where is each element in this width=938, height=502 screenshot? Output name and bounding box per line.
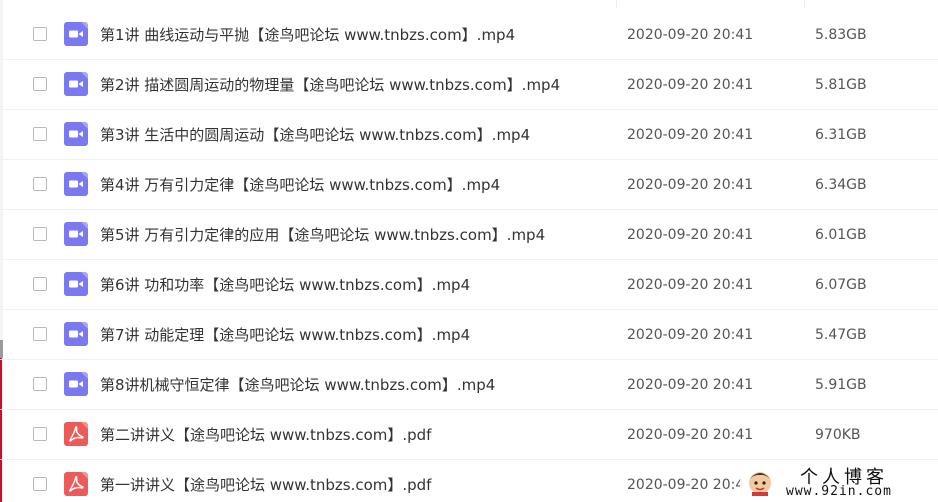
file-date: 2020-09-20 20:41 xyxy=(627,377,754,393)
watermark-url: www.92in.com xyxy=(786,484,892,499)
watermark-avatar-icon xyxy=(749,472,771,496)
file-checkbox[interactable] xyxy=(33,27,47,41)
file-checkbox[interactable] xyxy=(33,127,47,141)
file-row[interactable]: 第3讲 生活中的圆周运动【途鸟吧论坛 www.tnbzs.com】.mp4 202… xyxy=(0,110,938,160)
file-name[interactable]: 第3讲 生活中的圆周运动【途鸟吧论坛 www.tnbzs.com】.mp4 xyxy=(100,110,530,160)
column-divider-date xyxy=(616,0,617,8)
video-icon xyxy=(64,322,88,346)
file-checkbox[interactable] xyxy=(33,177,47,191)
pdf-icon xyxy=(64,422,88,446)
video-icon xyxy=(64,372,88,396)
file-row[interactable]: 第7讲 动能定理【途鸟吧论坛 www.tnbzs.com】.mp4 2020-09… xyxy=(0,310,938,360)
file-size: 6.07GB xyxy=(815,277,867,293)
video-icon xyxy=(64,172,88,196)
file-name[interactable]: 第4讲 万有引力定律【途鸟吧论坛 www.tnbzs.com】.mp4 xyxy=(100,160,500,210)
file-size: 5.47GB xyxy=(815,327,867,343)
file-size: 6.01GB xyxy=(815,227,867,243)
file-name[interactable]: 第6讲 功和功率【途鸟吧论坛 www.tnbzs.com】.mp4 xyxy=(100,260,470,310)
video-icon xyxy=(64,72,88,96)
file-checkbox[interactable] xyxy=(33,377,47,391)
file-checkbox[interactable] xyxy=(33,427,47,441)
file-row[interactable]: 第二讲讲义【途鸟吧论坛 www.tnbzs.com】.pdf 2020-09-20… xyxy=(0,410,938,460)
video-icon xyxy=(64,122,88,146)
pdf-icon xyxy=(64,472,88,496)
file-size: 6.34GB xyxy=(815,177,867,193)
file-name[interactable]: 第7讲 动能定理【途鸟吧论坛 www.tnbzs.com】.mp4 xyxy=(100,310,470,360)
file-list-page: 第1讲 曲线运动与平抛【途鸟吧论坛 www.tnbzs.com】.mp4 2020… xyxy=(0,0,938,502)
column-divider-size xyxy=(804,0,805,8)
file-date: 2020-09-20 20:41 xyxy=(627,77,754,93)
video-icon xyxy=(64,272,88,296)
file-row[interactable]: 第2讲 描述圆周运动的物理量【途鸟吧论坛 www.tnbzs.com】.mp4 2… xyxy=(0,60,938,110)
file-size: 5.81GB xyxy=(815,77,867,93)
file-date: 2020-09-20 20:41 xyxy=(627,227,754,243)
file-size: 6.31GB xyxy=(815,127,867,143)
file-name[interactable]: 第二讲讲义【途鸟吧论坛 www.tnbzs.com】.pdf xyxy=(100,410,431,460)
file-date: 2020-09-20 20:41 xyxy=(627,177,754,193)
file-checkbox[interactable] xyxy=(33,327,47,341)
file-checkbox[interactable] xyxy=(33,77,47,91)
video-icon xyxy=(64,222,88,246)
file-row[interactable]: 第5讲 万有引力定律的应用【途鸟吧论坛 www.tnbzs.com】.mp4 20… xyxy=(0,210,938,260)
file-date: 2020-09-20 20:41 xyxy=(627,427,754,443)
file-checkbox[interactable] xyxy=(33,227,47,241)
file-row[interactable]: 第8讲机械守恒定律【途鸟吧论坛 www.tnbzs.com】.mp4 2020-0… xyxy=(0,360,938,410)
file-name[interactable]: 第5讲 万有引力定律的应用【途鸟吧论坛 www.tnbzs.com】.mp4 xyxy=(100,210,545,260)
watermark: 个人博客 www.92in.com xyxy=(740,462,938,502)
file-row[interactable]: 第1讲 曲线运动与平抛【途鸟吧论坛 www.tnbzs.com】.mp4 2020… xyxy=(0,10,938,60)
video-icon xyxy=(64,22,88,46)
file-date: 2020-09-20 20:4 xyxy=(627,477,745,493)
file-size: 5.91GB xyxy=(815,377,867,393)
file-name[interactable]: 第1讲 曲线运动与平抛【途鸟吧论坛 www.tnbzs.com】.mp4 xyxy=(100,10,515,60)
file-size: 5.83GB xyxy=(815,27,867,43)
file-date: 2020-09-20 20:41 xyxy=(627,27,754,43)
file-name[interactable]: 第8讲机械守恒定律【途鸟吧论坛 www.tnbzs.com】.mp4 xyxy=(100,360,495,410)
file-date: 2020-09-20 20:41 xyxy=(627,127,754,143)
file-date: 2020-09-20 20:41 xyxy=(627,327,754,343)
file-name[interactable]: 第2讲 描述圆周运动的物理量【途鸟吧论坛 www.tnbzs.com】.mp4 xyxy=(100,60,560,110)
file-checkbox[interactable] xyxy=(33,277,47,291)
file-size: 970KB xyxy=(815,427,861,443)
file-name[interactable]: 第一讲讲义【途鸟吧论坛 www.tnbzs.com】.pdf xyxy=(100,460,431,502)
file-date: 2020-09-20 20:41 xyxy=(627,277,754,293)
file-row[interactable]: 第4讲 万有引力定律【途鸟吧论坛 www.tnbzs.com】.mp4 2020-… xyxy=(0,160,938,210)
file-row[interactable]: 第6讲 功和功率【途鸟吧论坛 www.tnbzs.com】.mp4 2020-09… xyxy=(0,260,938,310)
file-checkbox[interactable] xyxy=(33,477,47,491)
